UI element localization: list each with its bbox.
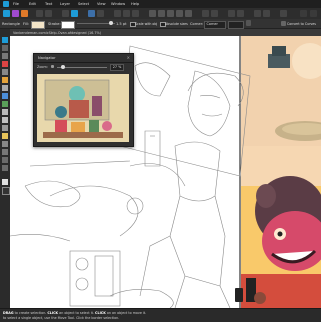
status-text: DRAG to create selection. CLICK an objec…	[3, 311, 147, 320]
assistant-icon[interactable]	[280, 10, 287, 17]
rectangle-tool-icon[interactable]	[2, 117, 8, 123]
fill-tool-icon[interactable]	[2, 85, 8, 91]
settings-icon[interactable]	[45, 10, 52, 17]
navigator-title: Navigator	[38, 56, 56, 60]
zoom-slider[interactable]	[57, 66, 107, 68]
view-mode-icon[interactable]	[254, 10, 261, 17]
boolean-add-icon[interactable]	[149, 10, 156, 17]
menu-help[interactable]: Help	[131, 2, 139, 6]
pen-tool-icon[interactable]	[2, 61, 8, 67]
main-toolbar	[0, 8, 321, 19]
stroke-width-value[interactable]: 1.5 pt	[116, 22, 127, 26]
bring-forward-icon[interactable]	[97, 10, 104, 17]
boolean-xor-icon[interactable]	[176, 10, 183, 17]
menu-select[interactable]: Select	[78, 2, 89, 6]
corner-dropdown-value: Corner	[206, 22, 218, 27]
absolute-sizes-label: Absolute sizes	[165, 21, 188, 26]
zoom-label: Zoom:	[37, 65, 48, 69]
frame-text-tool-icon[interactable]	[2, 149, 8, 155]
document-setup-icon[interactable]	[36, 10, 43, 17]
fill-swatch[interactable]	[31, 20, 45, 29]
status-bar: DRAG to create selection. CLICK an objec…	[0, 308, 321, 322]
scale-with-object-label: Scale with obj	[135, 21, 158, 26]
flip-horizontal-icon[interactable]	[202, 10, 209, 17]
view-tool-icon[interactable]	[2, 157, 8, 163]
rotate-icon[interactable]	[228, 10, 235, 17]
flip-vertical-icon[interactable]	[211, 10, 218, 17]
stroke-label: Stroke:	[48, 21, 61, 26]
menu-text[interactable]: Text	[45, 2, 52, 6]
corner-label: Corner:	[190, 21, 204, 26]
text-tool-icon[interactable]	[2, 141, 8, 147]
divider	[34, 62, 133, 63]
shape-type-label: Rectangle	[2, 21, 20, 26]
menu-file[interactable]: File	[13, 2, 19, 6]
secondary-color-icon[interactable]	[2, 187, 10, 195]
document-tab[interactable]: Vanbendeman.comicStrip-Ovan.afdesigned (…	[10, 29, 321, 36]
artboard-tool-icon[interactable]	[2, 53, 8, 59]
stroke-width-knob[interactable]	[109, 21, 113, 25]
app-logo-icon[interactable]	[3, 1, 9, 7]
designer-persona-icon[interactable]	[3, 10, 10, 17]
zoom-out-icon[interactable]	[51, 65, 54, 68]
canvas-handle[interactable]	[235, 288, 243, 302]
boolean-subtract-icon[interactable]	[158, 10, 165, 17]
align-icon[interactable]	[123, 10, 130, 17]
corner-link-icon[interactable]	[246, 20, 251, 26]
transparency-tool-icon[interactable]	[2, 93, 8, 99]
corner-radius-field[interactable]	[228, 20, 244, 29]
ellipse-tool-icon[interactable]	[2, 125, 8, 131]
panel-toggle-icon[interactable]	[310, 10, 317, 17]
menu-layer[interactable]: Layer	[60, 2, 70, 6]
document-title: Vanbendeman.comicStrip-Ovan.afdesigned (…	[13, 30, 102, 35]
move-tool-icon[interactable]	[62, 10, 69, 17]
pencil-tool-icon[interactable]	[2, 69, 8, 75]
zoom-value-field[interactable]: 27 %	[110, 64, 124, 71]
menu-view[interactable]: View	[97, 2, 106, 6]
pixel-persona-icon[interactable]	[12, 10, 19, 17]
zoom-slider-knob[interactable]	[61, 65, 65, 69]
close-icon[interactable]: ×	[127, 55, 130, 60]
brush-tool-icon[interactable]	[2, 77, 8, 83]
convert-curves-button[interactable]: Convert to Curves	[287, 22, 316, 26]
snapping-icon[interactable]	[114, 10, 121, 17]
export-persona-icon[interactable]	[21, 10, 28, 17]
ordering-icon[interactable]	[88, 10, 95, 17]
fill-label: Fill:	[23, 21, 30, 26]
move-tool-icon[interactable]	[2, 37, 8, 43]
layout-icon[interactable]	[300, 10, 307, 17]
crop-tool-icon[interactable]	[2, 109, 8, 115]
menu-bar: File Edit Text Layer Select View Window …	[0, 0, 321, 8]
preview-thumbnail	[37, 74, 129, 142]
primary-color-icon[interactable]	[2, 179, 8, 185]
place-image-icon[interactable]	[2, 101, 8, 107]
convert-curves-icon[interactable]	[281, 20, 286, 26]
context-toolbar: Rectangle Fill: Stroke: 1.5 pt Scale wit…	[0, 19, 321, 29]
pixel-view-icon[interactable]	[263, 10, 270, 17]
colored-illustration	[241, 36, 321, 308]
navigator-panel[interactable]: Navigator × Zoom: 27 %	[33, 53, 134, 147]
node-tool-icon[interactable]	[2, 45, 8, 51]
star-tool-icon[interactable]	[2, 133, 8, 139]
menu-edit[interactable]: Edit	[29, 2, 36, 6]
boolean-intersect-icon[interactable]	[167, 10, 174, 17]
stroke-swatch[interactable]	[61, 20, 75, 29]
corner-dropdown[interactable]: Corner	[204, 20, 226, 29]
zoom-tool-icon[interactable]	[2, 165, 8, 171]
snap-grid-icon[interactable]	[237, 10, 244, 17]
menu-window[interactable]: Window	[111, 2, 125, 6]
boolean-divide-icon[interactable]	[185, 10, 192, 17]
navigator-preview[interactable]	[37, 74, 129, 142]
transform-icon[interactable]	[132, 10, 139, 17]
active-mode-icon[interactable]	[71, 10, 78, 17]
